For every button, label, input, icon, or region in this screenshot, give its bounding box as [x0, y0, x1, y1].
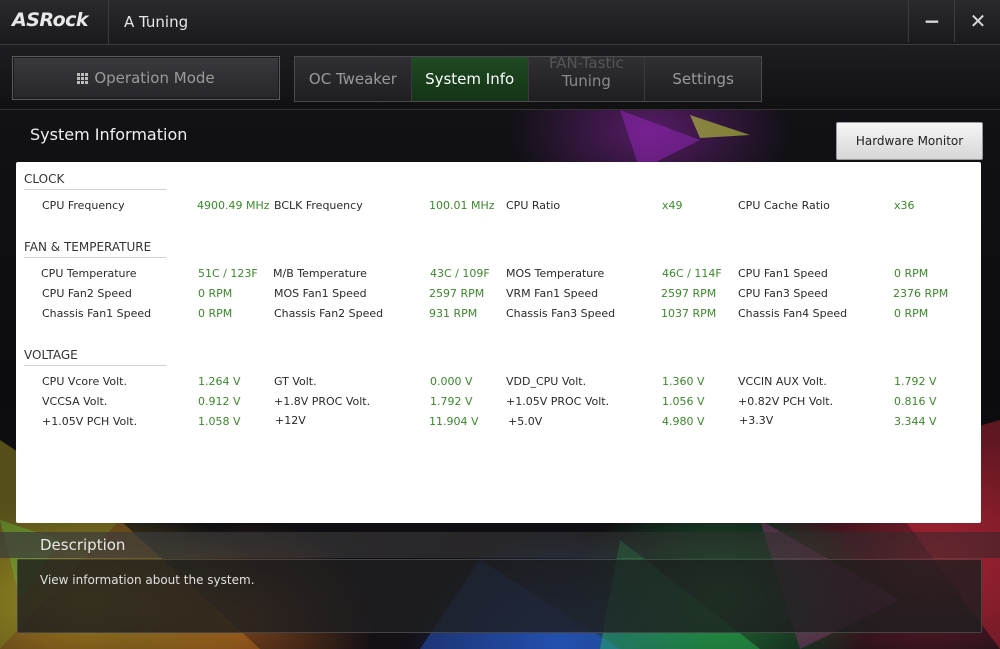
tab-system-info[interactable]: System Info — [411, 57, 529, 101]
info-value: 1.058 V — [198, 415, 241, 428]
tab-oc-tweaker[interactable]: OC Tweaker — [295, 57, 412, 101]
main-tabs: OC Tweaker System Info FAN-Tastic Tuning… — [294, 54, 762, 102]
info-label: VDD_CPU Volt. — [506, 375, 587, 388]
info-value: 46C / 114F — [662, 267, 722, 280]
group-voltage-header: VOLTAGE — [24, 348, 166, 366]
info-label: VCCIN AUX Volt. — [738, 375, 827, 388]
info-label: CPU Frequency — [42, 199, 125, 212]
info-label: Chassis Fan1 Speed — [42, 307, 152, 320]
grid-icon — [77, 72, 89, 84]
description-header — [0, 532, 1000, 558]
info-value: 4900.49 MHz — [197, 199, 270, 212]
tab-fan-label-top: FAN-Tastic — [548, 54, 624, 72]
info-label: CPU Fan1 Speed — [738, 267, 828, 280]
info-value: 51C / 123F — [198, 267, 258, 280]
info-label: CPU Fan2 Speed — [42, 287, 132, 300]
info-value: 1.792 V — [430, 395, 473, 408]
operation-mode-button[interactable]: Operation Mode — [12, 56, 280, 100]
info-label: MOS Fan1 Speed — [274, 287, 367, 300]
info-label: MOS Temperature — [506, 267, 605, 280]
info-value: 0 RPM — [198, 287, 233, 300]
info-value: 2597 RPM — [429, 287, 485, 300]
info-label: Chassis Fan2 Speed — [274, 307, 384, 320]
info-label: +0.82V PCH Volt. — [738, 395, 834, 408]
info-value: 931 RPM — [429, 307, 478, 320]
description-text: View information about the system. — [40, 573, 255, 587]
app-title: A Tuning — [124, 13, 189, 31]
info-value: 2597 RPM — [661, 287, 717, 300]
info-label: +1.05V PROC Volt. — [506, 395, 610, 408]
description-box — [17, 559, 982, 633]
page-title: System Information — [30, 125, 188, 144]
info-value: 3.344 V — [894, 415, 937, 428]
info-value: 100.01 MHz — [429, 199, 495, 212]
group-fan-header: FAN & TEMPERATURE — [24, 240, 166, 258]
info-value: 11.904 V — [429, 415, 479, 428]
minimize-button[interactable]: − — [908, 0, 955, 42]
info-label: +1.05V PCH Volt. — [42, 415, 138, 428]
info-label: GT Volt. — [274, 375, 317, 388]
info-value: 0.000 V — [430, 375, 473, 388]
info-value: 1.056 V — [662, 395, 705, 408]
operation-mode-label: Operation Mode — [94, 69, 215, 87]
info-value: x49 — [662, 199, 683, 212]
tab-fan-tastic-tuning[interactable]: FAN-Tastic Tuning — [529, 54, 646, 101]
info-label: CPU Temperature — [41, 267, 137, 280]
info-value: 43C / 109F — [430, 267, 490, 280]
system-info-panel: CLOCK FAN & TEMPERATURE VOLTAGE CPU Freq… — [16, 162, 981, 523]
description-title: Description — [40, 536, 126, 554]
divider — [108, 0, 109, 44]
minimize-icon: − — [923, 9, 941, 33]
tab-settings[interactable]: Settings — [645, 57, 761, 101]
info-label: VCCSA Volt. — [42, 395, 108, 408]
nav-bar: Operation Mode OC Tweaker System Info FA… — [0, 45, 1000, 110]
info-value: 1.360 V — [662, 375, 705, 388]
asrock-logo: ASRock — [12, 9, 89, 31]
info-value: 0.912 V — [198, 395, 241, 408]
info-label: VRM Fan1 Speed — [506, 287, 599, 300]
info-value: 1.792 V — [894, 375, 937, 388]
info-value: 4.980 V — [662, 415, 705, 428]
info-value: 1037 RPM — [661, 307, 717, 320]
info-label: +12V — [275, 414, 306, 427]
info-value: 0 RPM — [894, 267, 929, 280]
info-label: +3.3V — [739, 414, 774, 427]
close-icon: ✕ — [969, 9, 987, 33]
info-value: 0 RPM — [894, 307, 929, 320]
info-value: 2376 RPM — [893, 287, 949, 300]
info-label: CPU Fan3 Speed — [738, 287, 828, 300]
info-label: M/B Temperature — [273, 267, 367, 280]
info-label: Chassis Fan4 Speed — [738, 307, 848, 320]
info-label: CPU Cache Ratio — [738, 199, 830, 212]
info-label: CPU Ratio — [506, 199, 561, 212]
info-value: 0 RPM — [198, 307, 233, 320]
info-label: CPU Vcore Volt. — [42, 375, 127, 388]
tab-fan-label-bottom: Tuning — [561, 72, 611, 90]
info-value: x36 — [894, 199, 915, 212]
info-label: +5.0V — [508, 415, 543, 428]
hardware-monitor-button[interactable]: Hardware Monitor — [836, 122, 983, 160]
info-value: 1.264 V — [198, 375, 241, 388]
info-label: Chassis Fan3 Speed — [506, 307, 616, 320]
close-button[interactable]: ✕ — [954, 0, 1000, 42]
group-clock-header: CLOCK — [24, 172, 166, 190]
info-label: +1.8V PROC Volt. — [274, 395, 371, 408]
title-bar: ASRock A Tuning − ✕ — [0, 0, 1000, 45]
info-label: BCLK Frequency — [274, 199, 363, 212]
info-value: 0.816 V — [894, 395, 937, 408]
